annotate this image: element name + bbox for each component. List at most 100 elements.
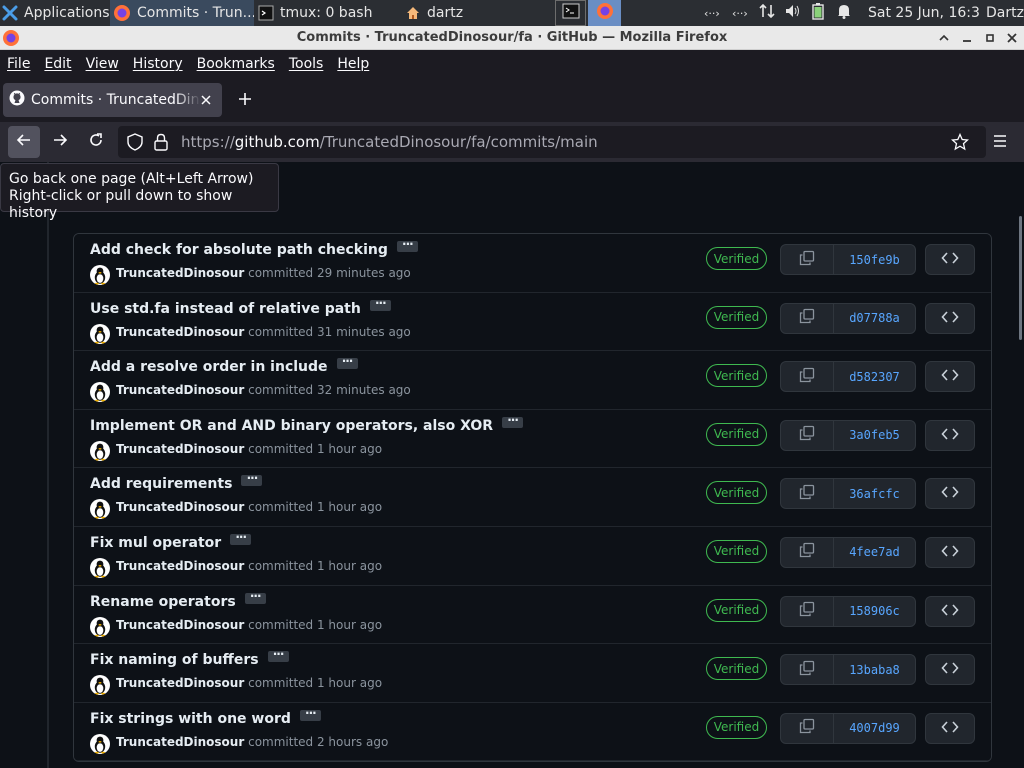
menu-bookmarks[interactable]: Bookmarks xyxy=(197,56,275,72)
menu-edit[interactable]: Edit xyxy=(44,56,71,72)
commit-message[interactable]: Rename operators xyxy=(90,594,236,610)
avatar[interactable] xyxy=(90,616,110,637)
browse-repo-button[interactable] xyxy=(925,361,975,393)
menu-help[interactable]: Help xyxy=(337,56,369,72)
commit-title[interactable]: Add a resolve order in include xyxy=(90,354,358,375)
verified-badge[interactable]: Verified xyxy=(706,481,767,505)
commit-author[interactable]: TruncatedDinosour xyxy=(116,325,244,339)
menu-view[interactable]: View xyxy=(86,56,119,72)
commit-details-toggle[interactable] xyxy=(299,706,321,721)
verified-badge[interactable]: Verified xyxy=(706,422,767,446)
verified-badge[interactable]: Verified xyxy=(706,247,767,270)
lock-icon[interactable] xyxy=(154,133,168,155)
copy-sha-button[interactable] xyxy=(780,536,834,568)
commit-author[interactable]: TruncatedDinosour xyxy=(116,676,244,690)
taskbar-dartz[interactable]: dartz xyxy=(405,0,485,26)
commit-author[interactable]: TruncatedDinosour xyxy=(116,559,244,573)
commit-details-toggle[interactable] xyxy=(267,647,289,663)
commit-sha-link[interactable]: d07788a xyxy=(833,302,916,334)
commit-author[interactable]: TruncatedDinosour xyxy=(116,442,244,456)
workspace-terminal-launcher[interactable] xyxy=(555,0,586,26)
avatar[interactable] xyxy=(90,499,110,520)
user-menu[interactable]: Dartz xyxy=(986,0,1024,26)
commit-title[interactable]: Use std.fa instead of relative path xyxy=(90,296,391,317)
star-bookmark-icon[interactable] xyxy=(950,132,970,155)
browse-repo-button[interactable] xyxy=(925,712,975,744)
commit-title[interactable]: Fix naming of buffers xyxy=(90,647,289,668)
clock[interactable]: Sat 25 Jun, 16:35 xyxy=(868,0,980,26)
commit-message[interactable]: Add requirements xyxy=(90,476,232,492)
volume-control[interactable] xyxy=(784,0,804,26)
copy-sha-button[interactable] xyxy=(780,654,834,686)
browse-repo-button[interactable] xyxy=(925,478,975,510)
commit-message[interactable]: Fix mul operator xyxy=(90,535,221,551)
avatar[interactable] xyxy=(90,557,110,578)
browse-repo-button[interactable] xyxy=(925,419,975,451)
commit-details-toggle[interactable] xyxy=(502,413,524,428)
workspace-firefox-launcher[interactable] xyxy=(588,0,621,26)
avatar[interactable] xyxy=(90,323,110,344)
avatar[interactable] xyxy=(90,440,110,461)
copy-sha-button[interactable] xyxy=(780,419,834,451)
commit-author[interactable]: TruncatedDinosour xyxy=(116,618,244,632)
copy-sha-button[interactable] xyxy=(780,595,834,627)
tab-close-icon[interactable] xyxy=(198,92,214,108)
notifications[interactable] xyxy=(837,0,853,26)
commit-sha-link[interactable]: 150fe9b xyxy=(833,244,916,275)
verified-badge[interactable]: Verified xyxy=(706,598,767,622)
commit-title[interactable]: Fix mul operator xyxy=(90,530,252,551)
commit-sha-link[interactable]: d582307 xyxy=(833,361,916,393)
commit-sha-link[interactable]: 36afcfc xyxy=(833,478,916,510)
copy-sha-button[interactable] xyxy=(780,244,834,275)
verified-badge[interactable]: Verified xyxy=(706,305,767,329)
copy-sha-button[interactable] xyxy=(780,361,834,393)
commit-title[interactable]: Add check for absolute path checking xyxy=(90,237,418,258)
commit-message[interactable]: Add check for absolute path checking xyxy=(90,242,388,258)
commit-sha-link[interactable]: 158906c xyxy=(833,595,916,627)
commit-author[interactable]: TruncatedDinosour xyxy=(116,735,244,749)
applications-menu[interactable]: Applications ≣ xyxy=(2,0,110,26)
commit-sha-link[interactable]: 3a0feb5 xyxy=(833,419,916,451)
network-indicator-2[interactable]: ‹··› xyxy=(732,0,756,26)
window-shade-button[interactable] xyxy=(935,28,953,48)
commit-details-toggle[interactable] xyxy=(241,471,263,487)
menu-tools[interactable]: Tools xyxy=(289,56,324,72)
new-tab-button[interactable] xyxy=(234,89,256,111)
verified-badge[interactable]: Verified xyxy=(706,364,767,388)
network-transfer[interactable] xyxy=(758,0,778,26)
commit-details-toggle[interactable] xyxy=(369,296,391,311)
commit-details-toggle[interactable] xyxy=(336,354,358,370)
url-text[interactable]: https://github.com/TruncatedDinosour/fa/… xyxy=(181,126,598,158)
commit-title[interactable]: Add requirements xyxy=(90,471,263,492)
browse-repo-button[interactable] xyxy=(925,302,975,334)
commit-message[interactable]: Add a resolve order in include xyxy=(90,359,328,375)
commit-details-toggle[interactable] xyxy=(396,237,418,252)
network-indicator-1[interactable]: ‹··› xyxy=(704,0,728,26)
tab-commits[interactable]: Commits · TruncatedDinosour/fa xyxy=(3,83,222,117)
copy-sha-button[interactable] xyxy=(780,478,834,510)
commit-title[interactable]: Implement OR and AND binary operators, a… xyxy=(90,413,524,434)
avatar[interactable] xyxy=(90,382,110,403)
commit-message[interactable]: Use std.fa instead of relative path xyxy=(90,301,361,317)
browse-repo-button[interactable] xyxy=(925,654,975,686)
battery-indicator[interactable] xyxy=(812,0,828,26)
verified-badge[interactable]: Verified xyxy=(706,539,767,563)
copy-sha-button[interactable] xyxy=(780,302,834,334)
avatar[interactable] xyxy=(90,675,110,696)
browse-repo-button[interactable] xyxy=(925,244,975,275)
commit-message[interactable]: Implement OR and AND binary operators, a… xyxy=(90,418,493,434)
commit-message[interactable]: Fix naming of buffers xyxy=(90,652,259,668)
back-button[interactable] xyxy=(8,126,40,158)
browse-repo-button[interactable] xyxy=(925,536,975,568)
avatar[interactable] xyxy=(90,733,110,754)
reload-button[interactable] xyxy=(80,126,112,158)
avatar[interactable] xyxy=(90,265,110,285)
verified-badge[interactable]: Verified xyxy=(706,657,767,681)
window-minimize-button[interactable] xyxy=(958,28,976,48)
commit-sha-link[interactable]: 4007d99 xyxy=(833,712,916,744)
menu-file[interactable]: File xyxy=(7,56,30,72)
commit-title[interactable]: Fix strings with one word xyxy=(90,706,321,727)
commit-sha-link[interactable]: 4fee7ad xyxy=(833,536,916,568)
verified-badge[interactable]: Verified xyxy=(706,715,767,739)
window-maximize-button[interactable] xyxy=(981,28,999,48)
